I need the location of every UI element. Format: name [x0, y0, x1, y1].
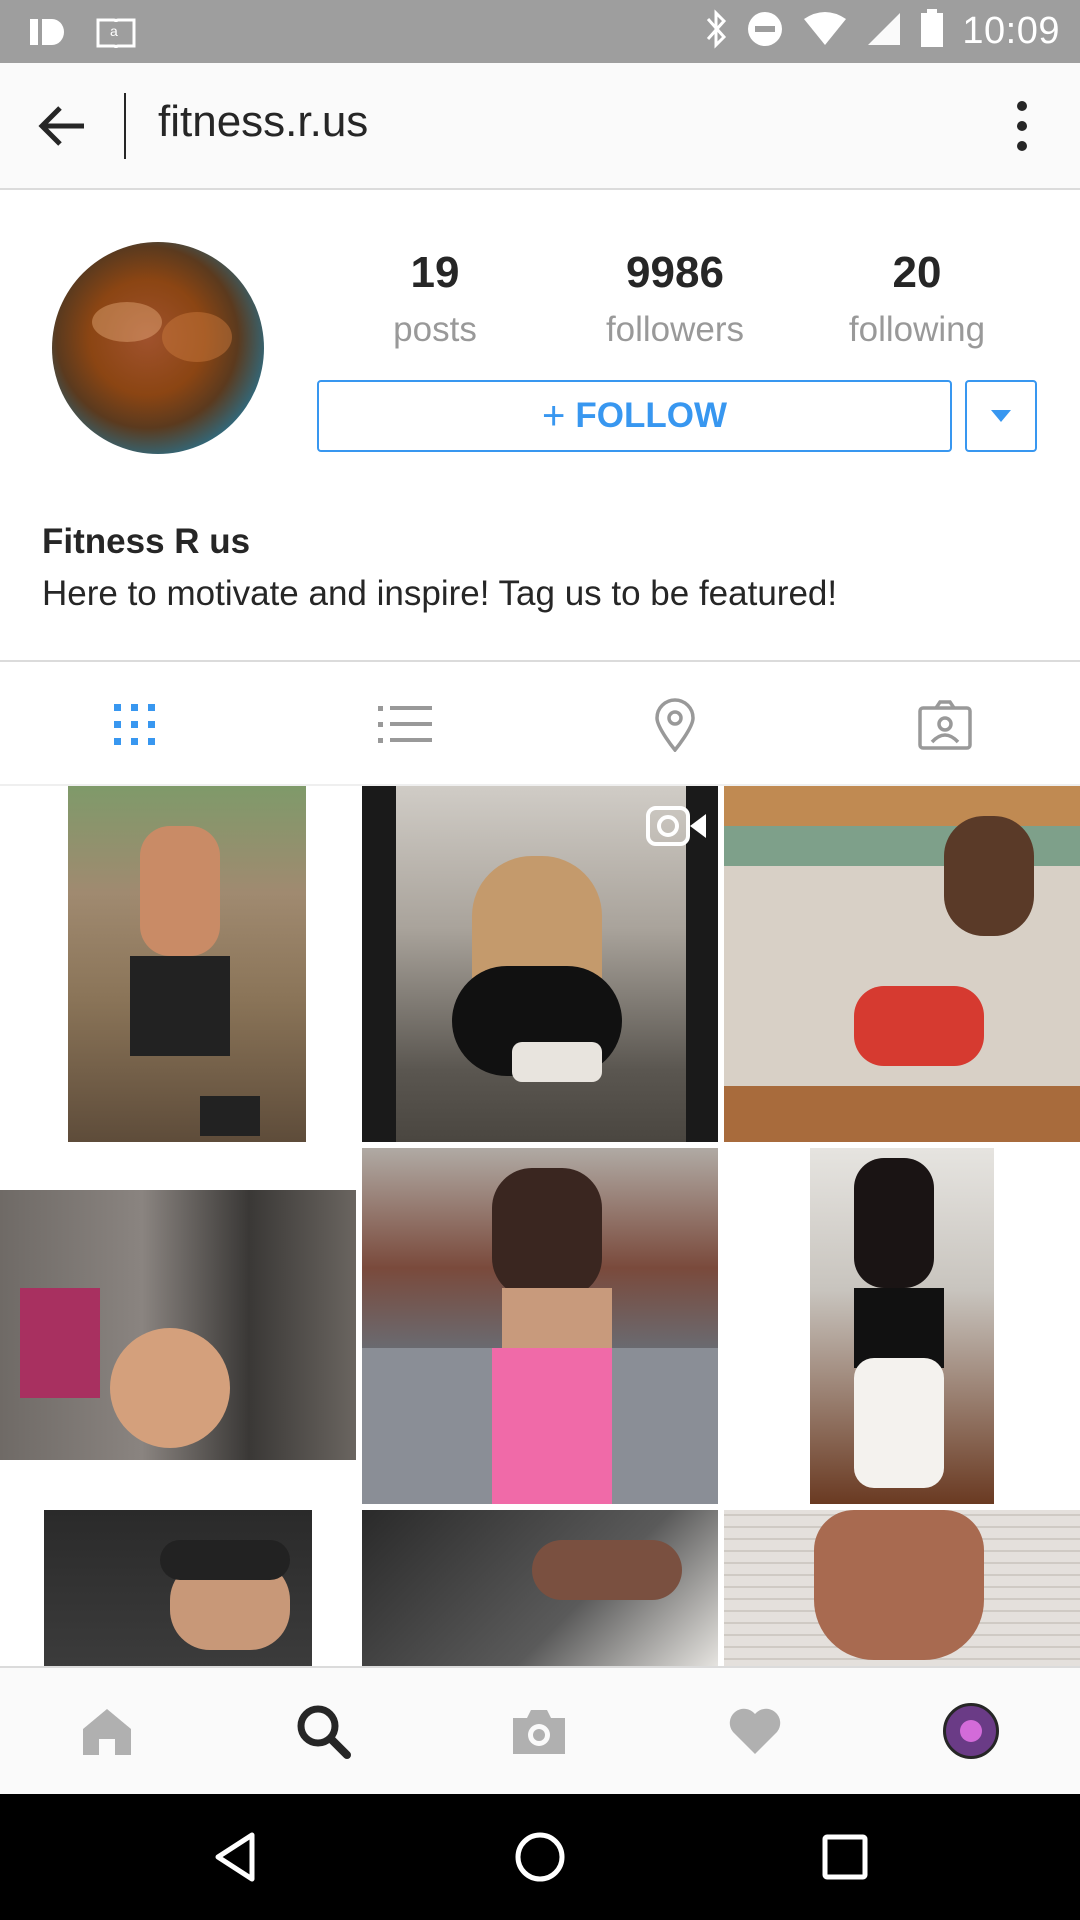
home-icon [83, 1709, 131, 1755]
photo-content [854, 1158, 934, 1288]
page-title: fitness.r.us [158, 97, 369, 146]
grid-post[interactable] [724, 1148, 1080, 1504]
grid-post[interactable] [362, 1148, 718, 1504]
posts-count: 19 [410, 248, 460, 297]
more-dot [1017, 141, 1027, 151]
system-home-button[interactable] [510, 1827, 570, 1887]
svg-text:a: a [110, 23, 118, 39]
id-icon [30, 17, 66, 52]
app-bar-divider [124, 93, 126, 159]
photo-content [854, 1288, 944, 1368]
grid-post[interactable] [362, 786, 718, 1142]
photo-content [492, 1348, 612, 1504]
dropdown-arrow-icon [991, 410, 1011, 422]
recents-square-icon [822, 1834, 868, 1880]
signal-icon [866, 11, 902, 52]
nav-search[interactable] [288, 1696, 358, 1766]
profile-bio: Here to motivate and inspire! Tag us to … [42, 574, 838, 613]
system-navigation-bar [0, 1794, 1080, 1920]
grid-post[interactable] [0, 1510, 356, 1666]
avatar-highlight [92, 302, 162, 342]
following-count: 20 [892, 248, 942, 297]
photo-content [944, 816, 1034, 936]
grid-post[interactable] [362, 1510, 718, 1666]
follow-button[interactable]: + FOLLOW [317, 380, 952, 452]
app-bar: fitness.r.us [0, 63, 1080, 190]
profile-name: Fitness R us [42, 522, 251, 561]
amazon-store-icon: a [96, 14, 136, 55]
video-camera-icon [646, 806, 706, 846]
location-pin-icon [655, 698, 695, 752]
photo-content [20, 1288, 100, 1398]
nav-activity[interactable] [720, 1696, 790, 1766]
home-circle-icon [515, 1832, 565, 1882]
posts-label: posts [393, 310, 477, 349]
back-triangle-icon [215, 1832, 255, 1882]
heart-icon [729, 1708, 781, 1754]
wifi-icon [802, 11, 848, 52]
suggested-dropdown-button[interactable] [965, 380, 1037, 452]
photo-content [724, 1086, 1080, 1142]
system-back-button[interactable] [205, 1827, 265, 1887]
back-button[interactable] [30, 96, 94, 156]
nav-profile[interactable] [936, 1696, 1006, 1766]
follow-label: FOLLOW [575, 396, 727, 435]
photo-content [200, 1096, 260, 1136]
profile-view-tabs [0, 660, 1080, 786]
tab-tagged[interactable] [910, 692, 980, 758]
tagged-photos-icon [918, 700, 972, 750]
tab-list[interactable] [370, 692, 440, 758]
more-options-button[interactable] [1004, 93, 1040, 159]
tab-places[interactable] [640, 692, 710, 758]
profile-avatar[interactable] [52, 242, 264, 454]
photo-content [532, 1540, 682, 1600]
status-bar: a 10:09 [0, 0, 1080, 63]
photo-content [854, 1358, 944, 1488]
search-icon [297, 1705, 351, 1759]
photo-content [814, 1510, 984, 1660]
tab-grid[interactable] [100, 692, 170, 758]
photo-content [160, 1540, 290, 1580]
followers-label: followers [605, 310, 745, 349]
photo-content [724, 786, 1080, 826]
grid-post[interactable] [0, 1148, 356, 1504]
nav-home[interactable] [72, 1696, 142, 1766]
photo-content [854, 986, 984, 1066]
avatar-center [960, 1720, 982, 1742]
plus-icon: + [542, 393, 566, 438]
photo-content [492, 1168, 602, 1298]
photo-content [110, 1328, 230, 1448]
status-time: 10:09 [962, 9, 1060, 52]
photo-grid [0, 786, 1080, 1666]
more-dot [1017, 121, 1027, 131]
photo-content [140, 826, 220, 956]
battery-icon [920, 8, 944, 54]
bluetooth-icon [704, 8, 728, 54]
grid-post[interactable] [724, 786, 1080, 1142]
profile-avatar-icon [943, 1703, 999, 1759]
nav-camera[interactable] [504, 1696, 574, 1766]
grid-view-icon [114, 704, 155, 745]
grid-post[interactable] [0, 786, 356, 1142]
photo-content [512, 1042, 602, 1082]
dnd-icon [746, 10, 784, 53]
avatar-shade [162, 312, 232, 362]
followers-stat[interactable]: 9986 followers [585, 248, 765, 350]
following-label: following [848, 310, 986, 349]
list-view-icon [378, 706, 432, 743]
following-stat[interactable]: 20 following [827, 248, 1007, 350]
photo-content [130, 956, 230, 1056]
back-arrow-icon [38, 106, 84, 146]
grid-post[interactable] [724, 1510, 1080, 1666]
bottom-navigation [0, 1666, 1080, 1794]
video-indicator [646, 806, 708, 846]
system-recents-button[interactable] [815, 1827, 875, 1887]
followers-count: 9986 [626, 248, 724, 297]
more-vertical-icon [1017, 101, 1027, 111]
posts-stat: 19 posts [345, 248, 525, 350]
camera-icon [513, 1710, 565, 1754]
